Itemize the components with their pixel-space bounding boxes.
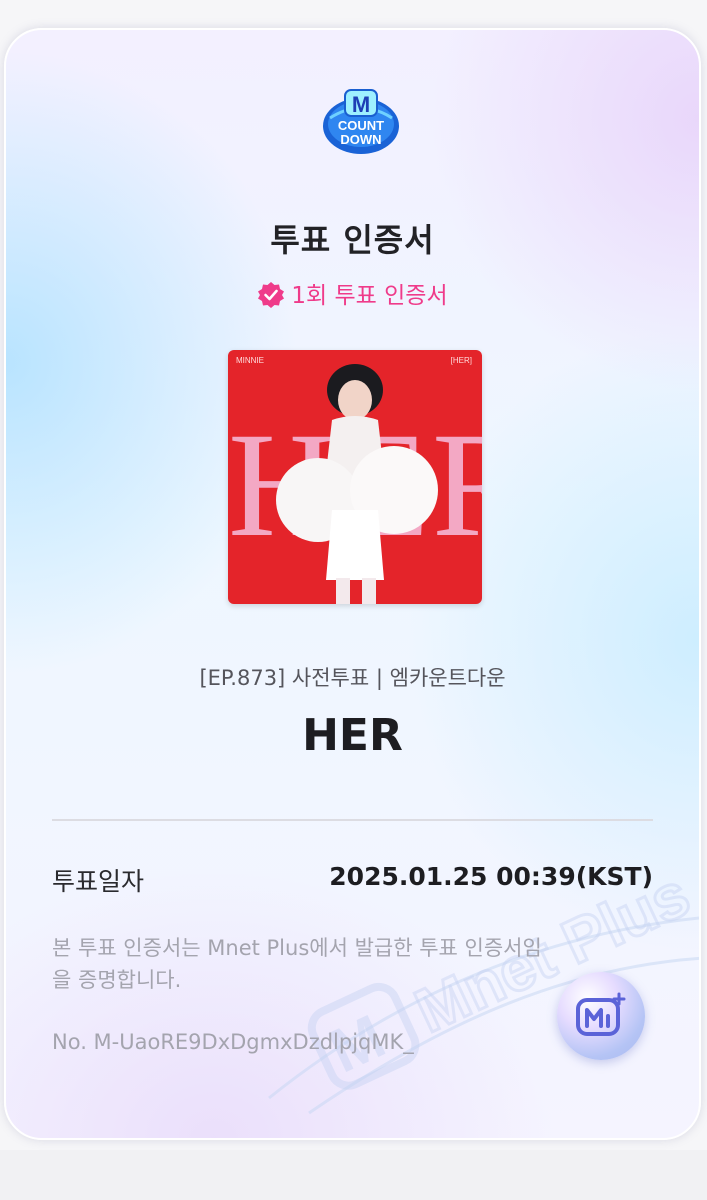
- vote-count-label: 1회 투표 인증서: [291, 283, 448, 309]
- vote-count-badge: 1회 투표 인증서: [6, 276, 699, 310]
- svg-text:DOWN: DOWN: [340, 132, 381, 147]
- svg-text:M: M: [352, 92, 370, 117]
- mnet-plus-button[interactable]: [557, 972, 645, 1060]
- svg-text:COUNT: COUNT: [338, 118, 384, 133]
- mnet-plus-icon: [576, 992, 626, 1036]
- page-background: [0, 1150, 707, 1200]
- divider: [52, 819, 653, 821]
- certificate-serial-number: No. M-UaoRE9DxDgmxDzdlpjqMK_: [52, 1030, 414, 1054]
- vote-date-value: 2025.01.25 00:39(KST): [329, 862, 653, 891]
- vote-date-label: 투표일자: [52, 867, 145, 896]
- episode-info: [EP.873] 사전투표 | 엠카운트다운: [199, 666, 506, 690]
- certificate-description: 본 투표 인증서는 Mnet Plus에서 발급한 투표 인증서임을 증명합니다…: [52, 936, 542, 992]
- vote-certificate-card: M Mnet Plus M COUNT DOWN 투표 인증서 1회 투표 인증…: [4, 28, 701, 1140]
- mcountdown-logo: M COUNT DOWN: [323, 89, 399, 154]
- verified-check-icon: [258, 282, 285, 308]
- album-artwork: [276, 364, 438, 604]
- certificate-title: 투표 인증서: [270, 221, 435, 259]
- song-title: HER: [302, 710, 403, 761]
- album-cover: MINNIE [HER] HER: [228, 350, 482, 604]
